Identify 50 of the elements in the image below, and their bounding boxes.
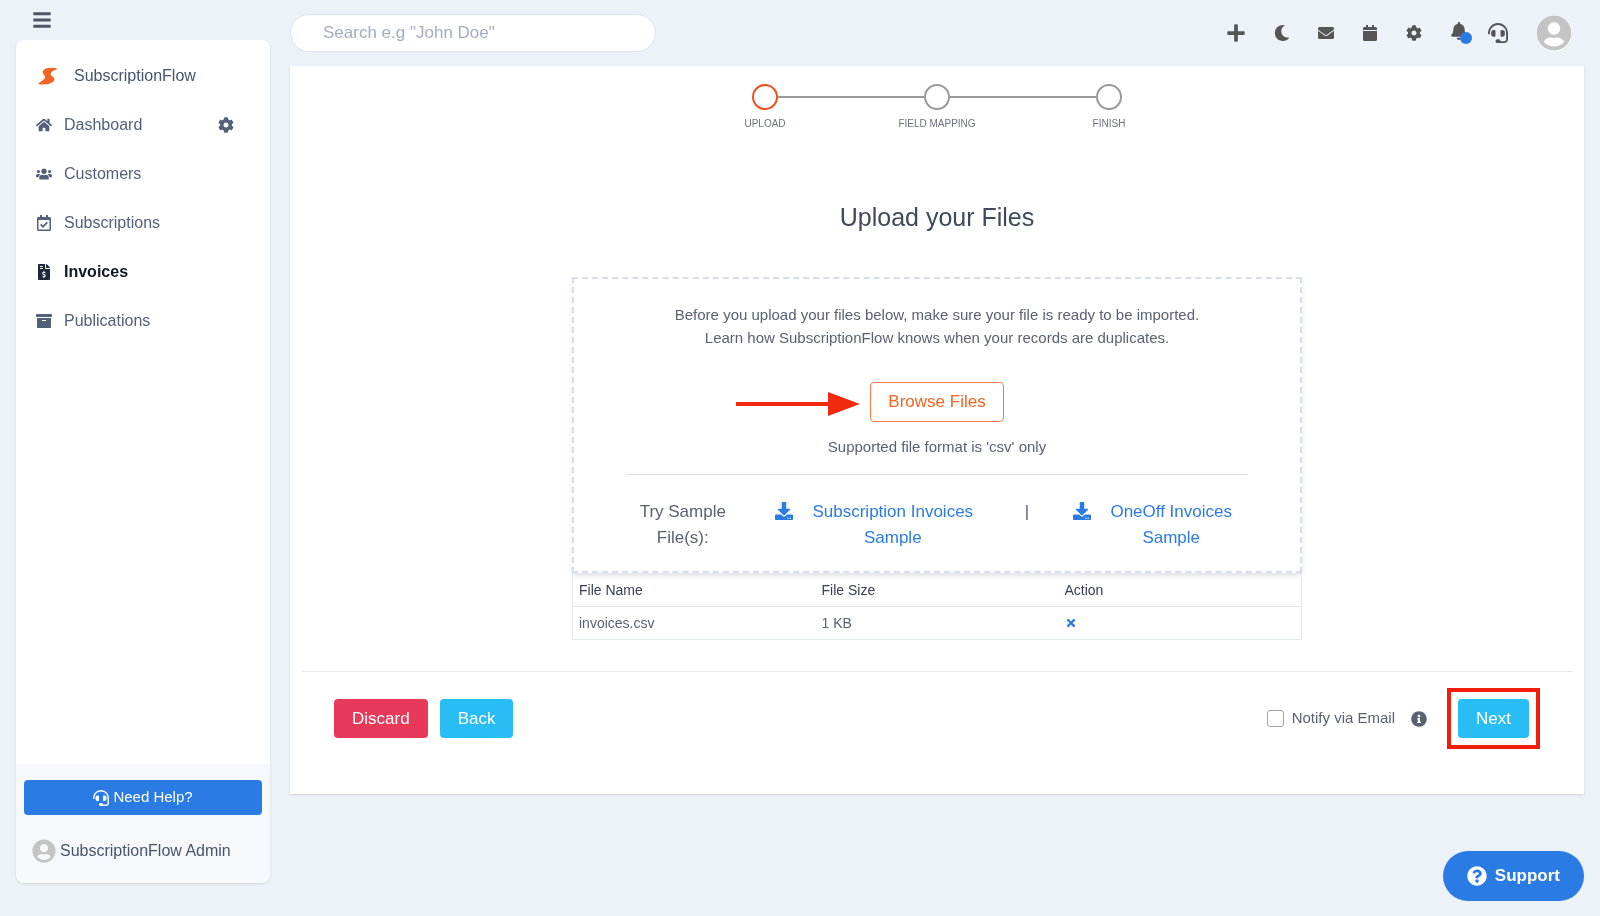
sample-link[interactable]: OneOff Invoices Sample (1103, 499, 1240, 551)
calendar-check-icon (36, 214, 52, 231)
page-title: Upload your Files (839, 202, 1035, 233)
support-button[interactable]: Support (1442, 851, 1584, 901)
table-cell: invoices.csv (579, 614, 655, 631)
nav-item[interactable]: Dashboard (64, 112, 143, 137)
nav-item[interactable]: Publications (64, 308, 151, 333)
nav-item[interactable]: Customers (64, 161, 142, 186)
sample-link[interactable]: Subscription Invoices Sample (804, 499, 981, 551)
invoice-icon (36, 263, 52, 280)
help-icon (1466, 866, 1487, 886)
info-icon[interactable] (1411, 710, 1428, 727)
avatar-icon (32, 839, 56, 863)
discard-button[interactable]: Discard (334, 699, 428, 738)
need-help-button[interactable]: Need Help? (24, 780, 262, 815)
step-label: FINISH (1092, 117, 1126, 131)
intro-text: Learn how SubscriptionFlow knows when your records are duplicates. (704, 327, 1170, 348)
download-icon (774, 502, 793, 520)
home-icon (36, 116, 52, 133)
format-note: Supported file format is 'csv' only (827, 436, 1047, 457)
headset-icon (93, 789, 110, 806)
moon-icon[interactable] (1274, 25, 1290, 41)
settings-icon[interactable] (218, 116, 234, 133)
menu-icon[interactable] (32, 10, 52, 30)
notification-bell-icon[interactable] (1450, 22, 1472, 44)
step-label: FIELD MAPPING (898, 117, 976, 131)
step-label: UPLOAD (744, 117, 786, 131)
nav-item[interactable]: Subscriptions (64, 210, 161, 235)
nav-item[interactable]: Invoices (64, 259, 129, 284)
remove-icon[interactable] (1064, 617, 1077, 629)
intro-text: Before you upload your files below, make sure your file is ready to be imported. (674, 304, 1200, 325)
user-name: SubscriptionFlow Admin (60, 841, 231, 861)
settings-icon[interactable] (1406, 25, 1422, 41)
download-icon (1073, 502, 1092, 520)
column-header: File Size (821, 581, 876, 598)
column-header: Action (1064, 581, 1104, 598)
notify-label: Notify via Email (1291, 708, 1396, 729)
column-header: File Name (579, 581, 643, 598)
mail-icon[interactable] (1318, 25, 1334, 41)
browse-files-button[interactable]: Browse Files (870, 381, 1004, 422)
separator: | (1024, 501, 1030, 523)
calendar-icon[interactable] (1362, 25, 1378, 41)
add-icon[interactable] (1226, 23, 1246, 43)
headset-icon[interactable] (1488, 23, 1508, 43)
brand-name: SubscriptionFlow (74, 66, 196, 86)
search-field[interactable]: Search e.g "John Doe" (290, 14, 656, 52)
notify-checkbox[interactable] (1266, 710, 1284, 727)
table-cell: 1 KB (821, 614, 852, 631)
samples-label: Try Sample File(s): (638, 501, 727, 549)
archive-icon (36, 312, 52, 329)
